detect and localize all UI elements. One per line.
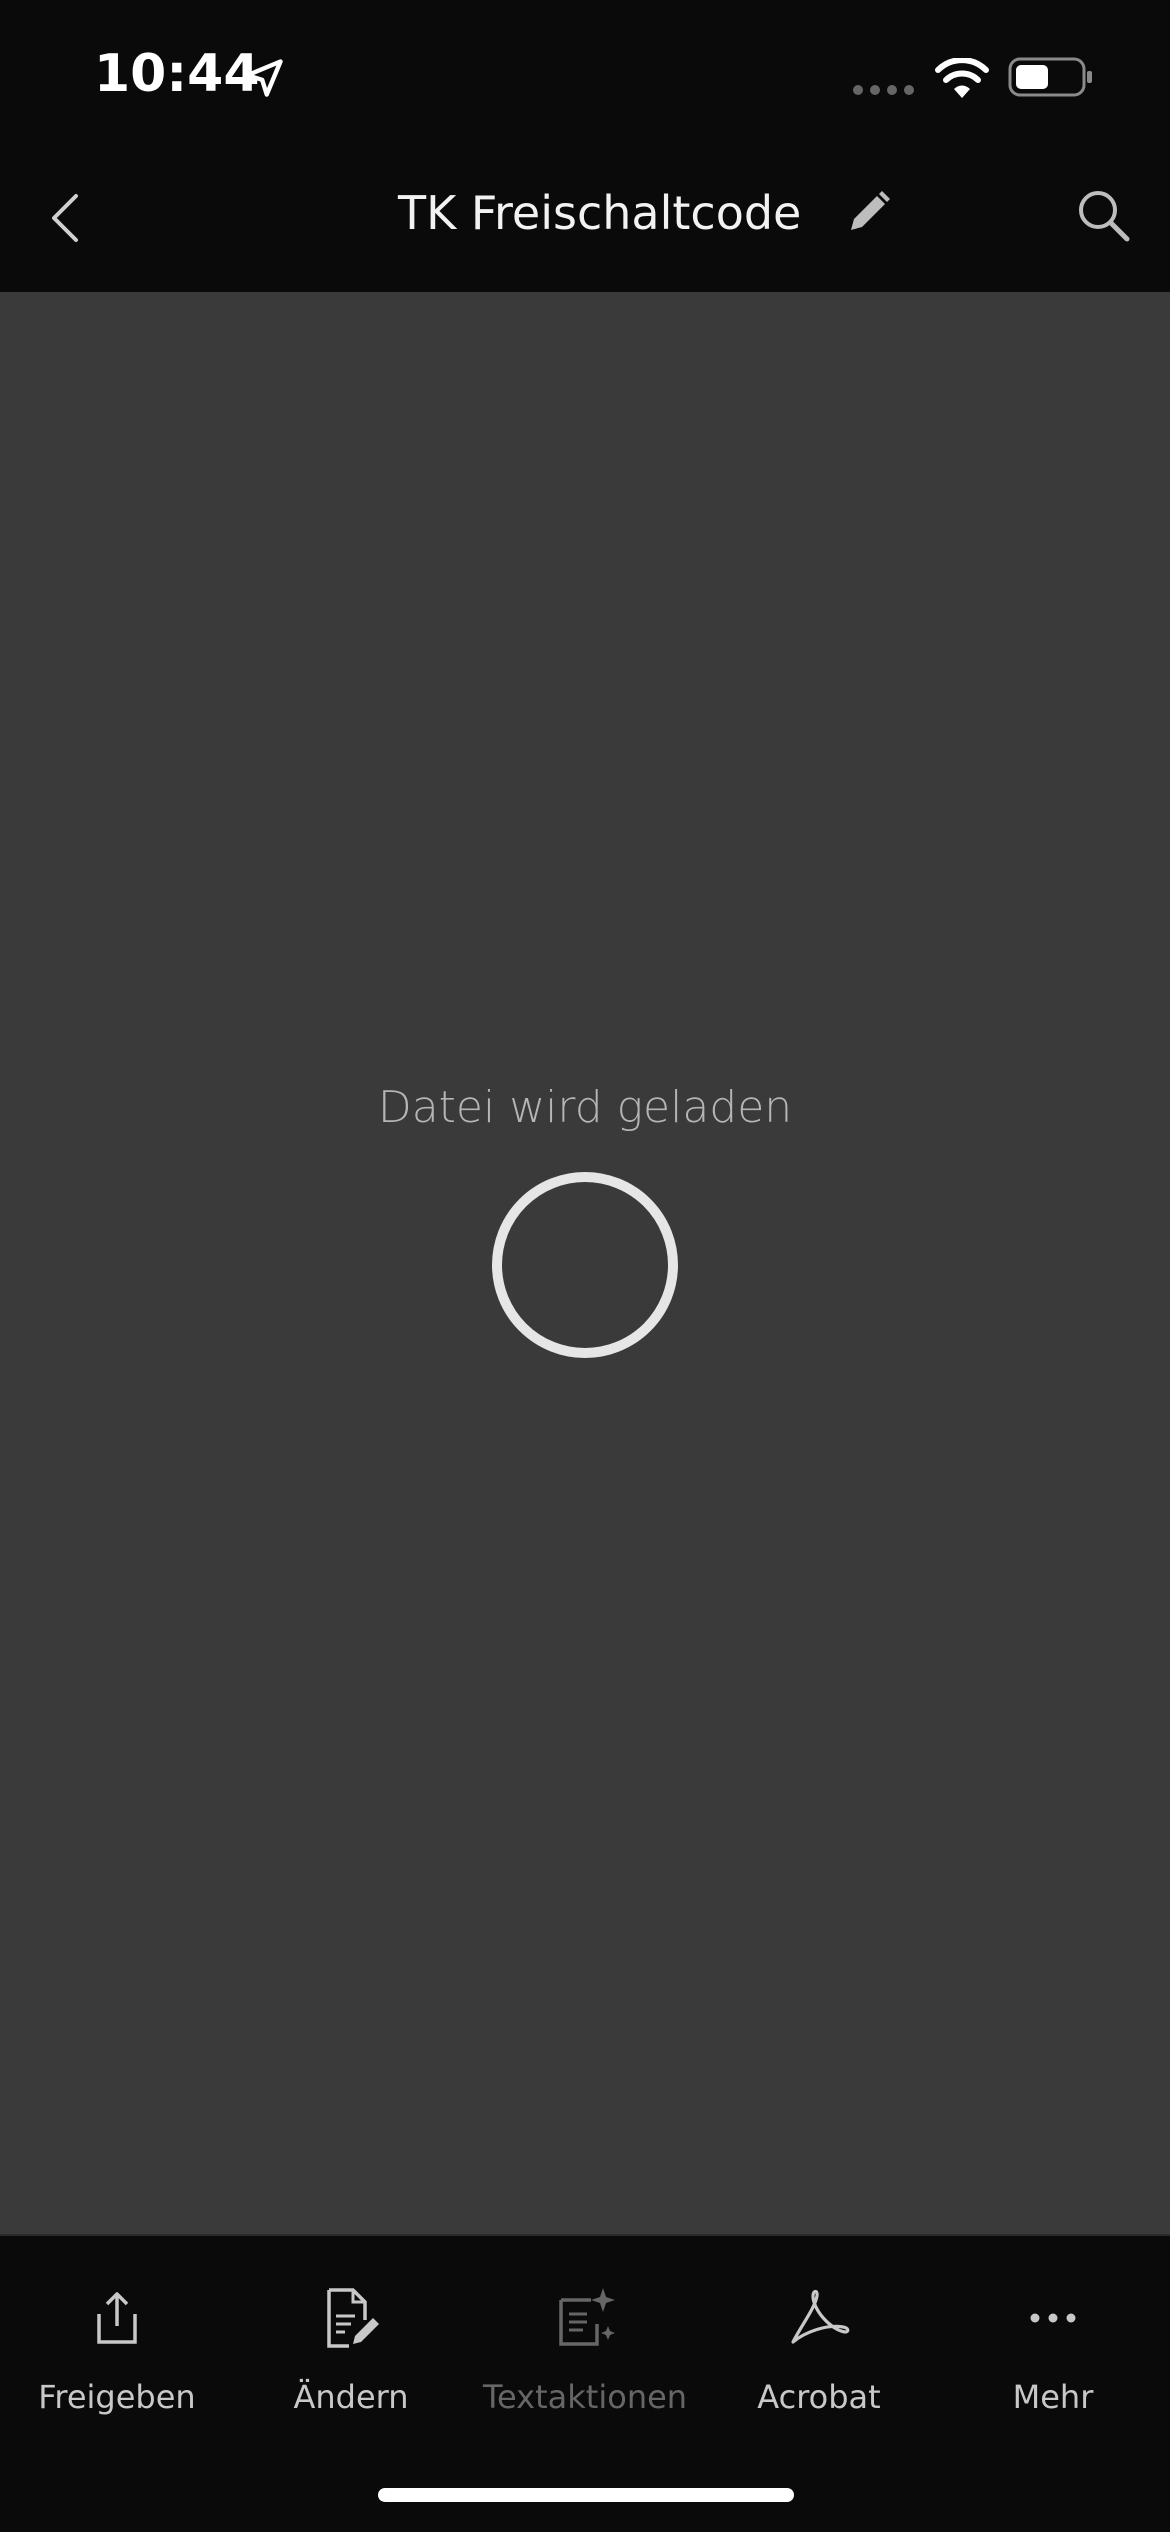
text-actions-icon: [559, 2288, 615, 2346]
toolbar-share-button[interactable]: Freigeben: [0, 2286, 234, 2456]
toolbar-edit-label: Ändern: [293, 2378, 409, 2416]
battery-icon: [1008, 57, 1092, 97]
cellular-signal-icon: [853, 85, 914, 95]
rename-pencil-icon[interactable]: [841, 186, 895, 240]
toolbar-acrobat-button[interactable]: Acrobat: [702, 2286, 936, 2456]
toolbar-share-label: Freigeben: [38, 2378, 196, 2416]
toolbar-edit-button[interactable]: Ändern: [234, 2286, 468, 2456]
status-bar: 10:44: [0, 0, 1170, 150]
toolbar-acrobat-label: Acrobat: [757, 2378, 881, 2416]
back-chevron-icon[interactable]: [44, 188, 88, 248]
home-indicator[interactable]: [378, 2488, 794, 2502]
edit-document-icon: [327, 2288, 379, 2348]
location-arrow-icon: [245, 59, 283, 97]
loading-spinner: [492, 1172, 678, 1358]
screen: 10:44 TK Freischaltcode Datei wird gelad…: [0, 0, 1170, 2532]
toolbar-text-actions-button[interactable]: Textaktionen: [468, 2286, 702, 2456]
share-icon: [97, 2292, 137, 2344]
status-time: 10:44: [94, 44, 260, 104]
document-viewer: Datei wird geladen: [0, 292, 1170, 2234]
loading-message: Datei wird geladen: [377, 1082, 793, 1133]
more-icon: [1030, 2313, 1076, 2323]
toolbar-text-actions-label: Textaktionen: [482, 2378, 688, 2416]
nav-bar: TK Freischaltcode: [0, 150, 1170, 292]
search-icon[interactable]: [1074, 186, 1132, 244]
wifi-icon: [935, 58, 989, 98]
toolbar-more-button[interactable]: Mehr: [936, 2286, 1170, 2456]
document-title: TK Freischaltcode: [398, 186, 802, 240]
toolbar-more-label: Mehr: [1012, 2378, 1094, 2416]
title-group[interactable]: TK Freischaltcode: [398, 186, 895, 240]
acrobat-icon: [791, 2289, 850, 2344]
